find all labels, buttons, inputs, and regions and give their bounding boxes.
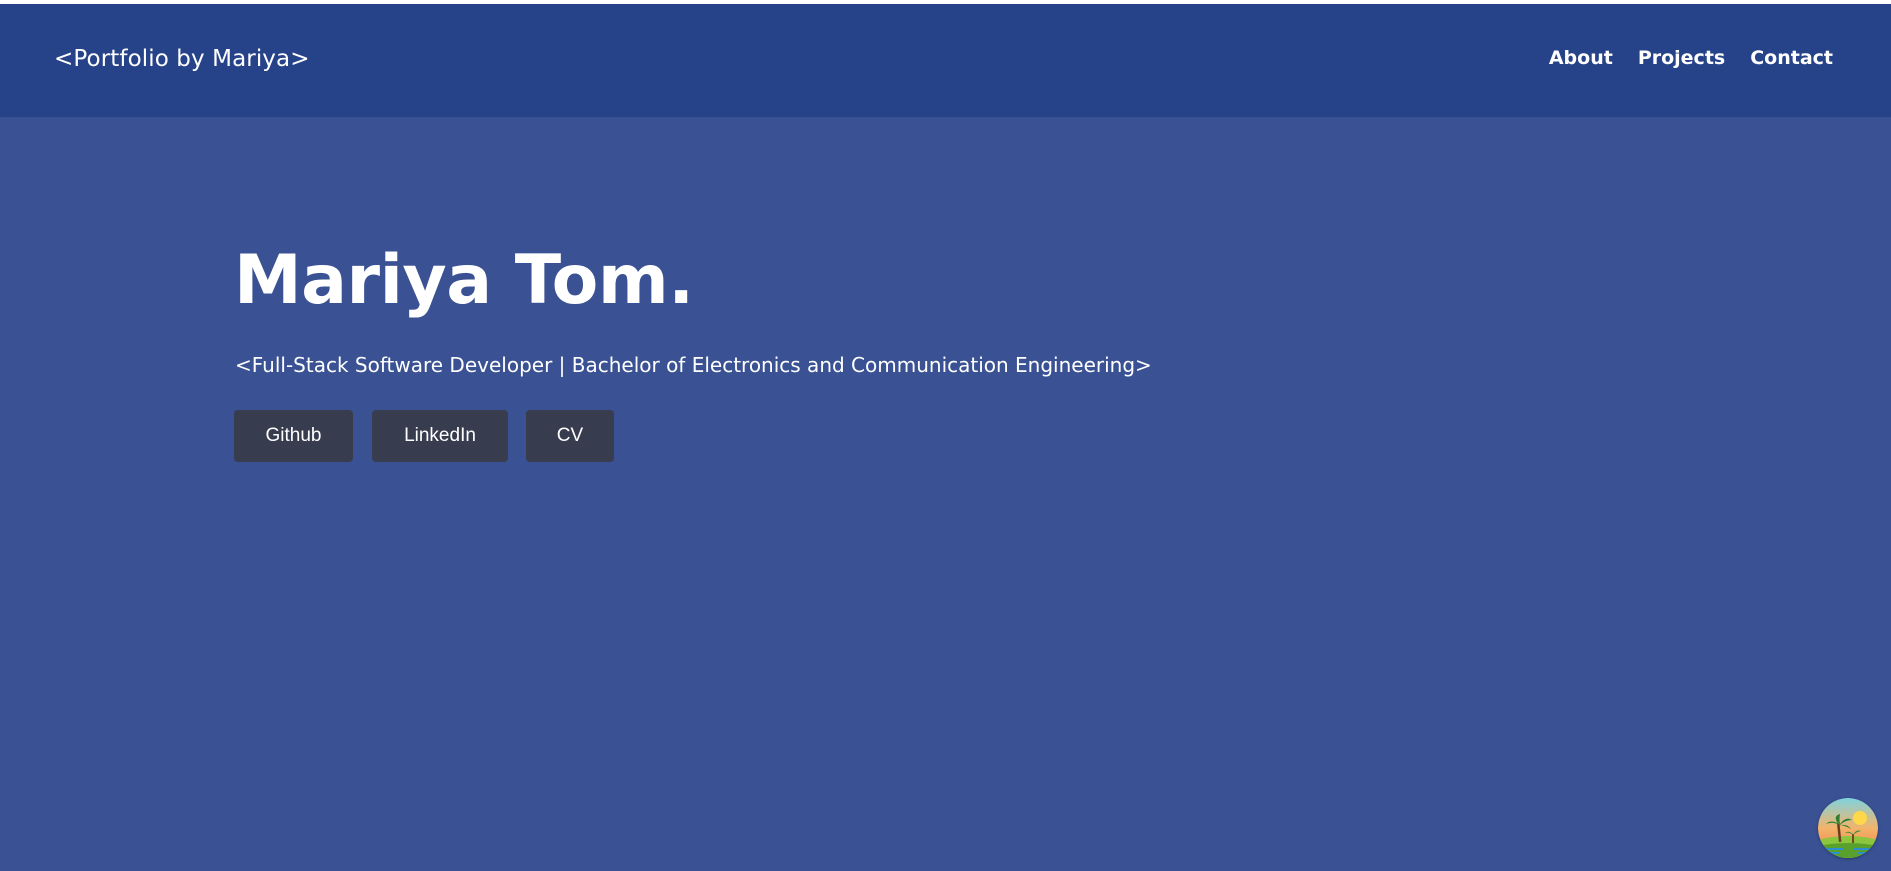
widget-graphic [1818,798,1878,858]
nav-link-about[interactable]: About [1549,47,1613,69]
cv-button[interactable]: CV [526,410,614,462]
portfolio-page: <Portfolio by Mariya> About Projects Con… [0,0,1891,871]
palm-beach-sunset-icon[interactable] [1818,798,1878,858]
hero-section: Mariya Tom. <Full-Stack Software Develop… [0,117,1891,871]
hero-name: Mariya Tom. [234,241,694,320]
linkedin-button[interactable]: LinkedIn [372,410,508,462]
github-button[interactable]: Github [234,410,353,462]
navbar: <Portfolio by Mariya> About Projects Con… [0,4,1891,117]
nav-link-projects[interactable]: Projects [1638,47,1725,69]
hero-subtitle: <Full-Stack Software Developer | Bachelo… [235,353,1152,377]
nav-link-contact[interactable]: Contact [1750,47,1833,69]
nav-links: About Projects Contact [1549,47,1833,69]
brand-logo[interactable]: <Portfolio by Mariya> [54,46,310,72]
